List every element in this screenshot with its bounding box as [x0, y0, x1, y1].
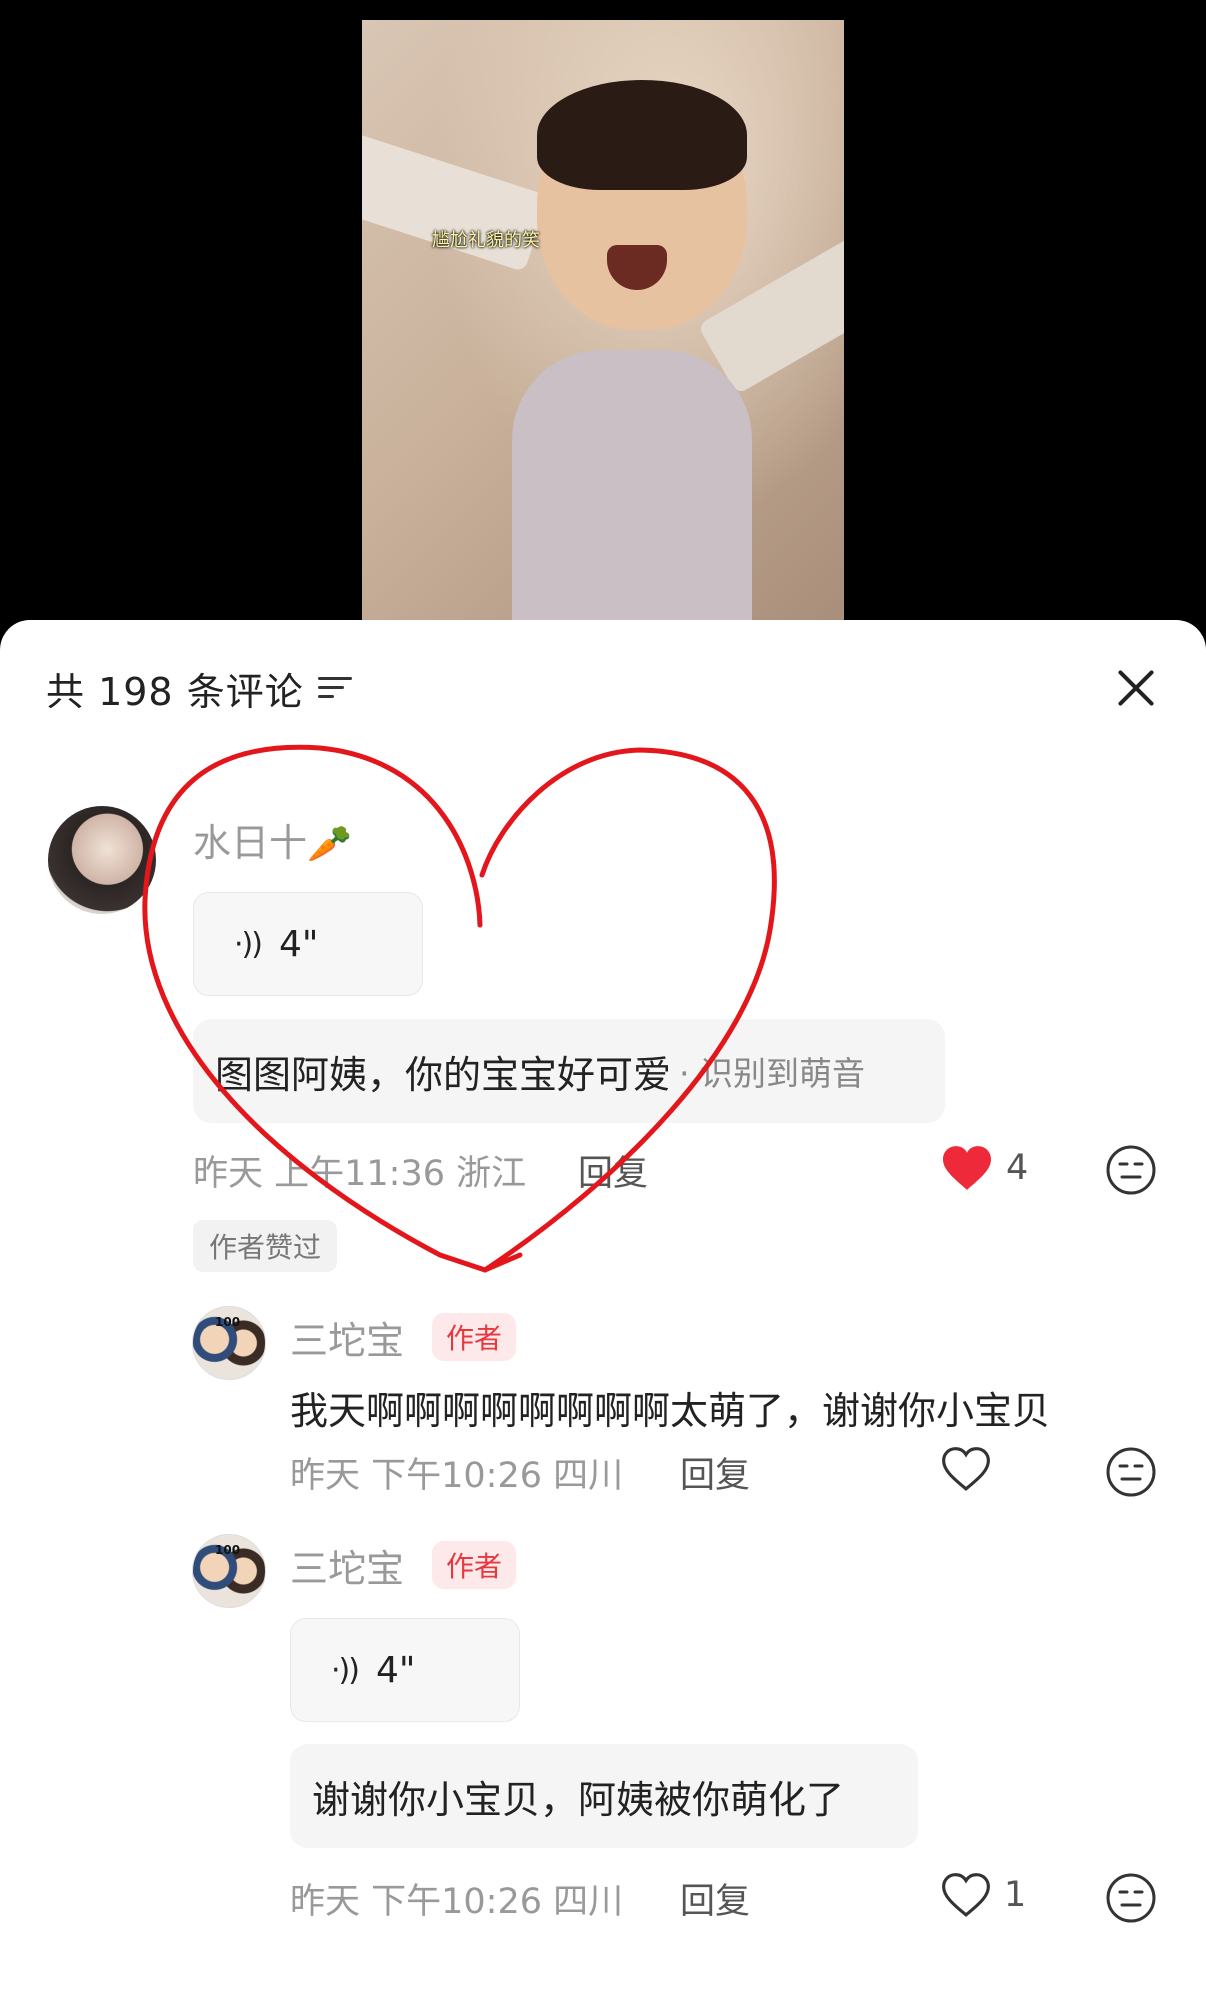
like-button[interactable]	[940, 1446, 1004, 1492]
voice-wave-icon: ·))	[234, 926, 263, 962]
heart-outline-icon	[942, 1873, 990, 1917]
emoji-reaction-button[interactable]	[1105, 1144, 1157, 1196]
neutral-face-icon	[1106, 1873, 1156, 1923]
comment-text: 图图阿姨，你的宝宝好可爱	[215, 1052, 672, 1097]
voice-transcript: 谢谢你小宝贝，阿姨被你萌化了	[290, 1744, 918, 1848]
voice-message-button[interactable]: ·)) 4"	[193, 892, 423, 996]
video-baby-body	[512, 350, 752, 624]
reply-meta: 昨天 下午10:26 四川	[290, 1456, 624, 1496]
voice-recognition-label: · 识别到萌音	[679, 1054, 865, 1093]
author-liked-tag: 作者赞过	[193, 1220, 338, 1272]
author-avatar[interactable]: 100	[192, 1534, 266, 1608]
reply-button[interactable]: 回复	[578, 1145, 648, 1196]
video-caption: 尴尬礼貌的笑	[432, 230, 540, 251]
avatar[interactable]	[48, 806, 156, 914]
voice-message-button[interactable]: ·)) 4"	[290, 1618, 520, 1722]
reply-button[interactable]: 回复	[680, 1873, 750, 1924]
like-count: 4	[1006, 1148, 1029, 1188]
reply-username[interactable]: 三坨宝	[290, 1538, 404, 1593]
carrot-emoji: 🥕	[307, 824, 352, 865]
video-baby-hair	[537, 80, 747, 190]
reply-text: 我天啊啊啊啊啊啊啊啊太萌了，谢谢你小宝贝	[290, 1389, 1051, 1433]
author-badge: 作者	[432, 1313, 517, 1361]
voice-length: 4"	[375, 1649, 416, 1691]
voice-wave-icon: ·))	[331, 1652, 360, 1688]
sort-icon[interactable]	[317, 673, 352, 703]
reply-meta: 昨天 下午10:26 四川	[290, 1882, 624, 1922]
like-button[interactable]: 4	[940, 1144, 1028, 1192]
comment-count-title: 共 198 条评论	[46, 669, 304, 714]
reply-button[interactable]: 回复	[680, 1447, 750, 1498]
comment-sheet: 共 198 条评论 水日十🥕 ·)) 4" 图图阿姨，你的宝宝好可爱 · 识别到…	[0, 620, 1206, 1992]
neutral-face-icon	[1106, 1447, 1156, 1497]
emoji-reaction-button[interactable]	[1105, 1446, 1157, 1498]
reply-text: 谢谢你小宝贝，阿姨被你萌化了	[312, 1777, 845, 1822]
comment-meta: 昨天 上午11:36 浙江	[193, 1154, 527, 1194]
like-button[interactable]: 1	[940, 1872, 1026, 1918]
voice-transcript: 图图阿姨，你的宝宝好可爱 · 识别到萌音	[193, 1019, 945, 1123]
neutral-face-icon	[1106, 1145, 1156, 1195]
comment-username[interactable]: 水日十🥕	[193, 812, 352, 867]
author-badge: 作者	[432, 1541, 517, 1589]
author-avatar[interactable]: 100	[192, 1306, 266, 1380]
heart-outline-icon	[942, 1447, 990, 1491]
voice-length: 4"	[278, 923, 319, 965]
like-count: 1	[1004, 1875, 1027, 1915]
video-frame[interactable]: 尴尬礼貌的笑	[362, 20, 844, 624]
reply-username[interactable]: 三坨宝	[290, 1310, 404, 1365]
emoji-reaction-button[interactable]	[1105, 1872, 1157, 1924]
heart-filled-icon	[943, 1146, 991, 1190]
sheet-header: 共 198 条评论	[46, 664, 352, 714]
close-button[interactable]	[1108, 660, 1164, 716]
